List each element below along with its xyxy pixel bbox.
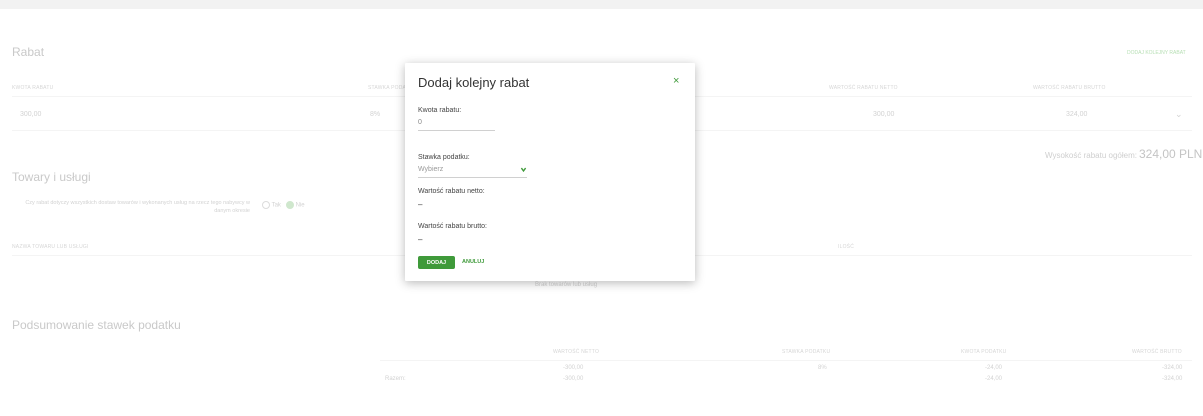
netto-value: – <box>418 200 423 209</box>
summary-total-label: Razem: <box>385 376 406 382</box>
all-goods-question: Czy rabat dotyczy wszystkich dostaw towa… <box>25 200 250 214</box>
close-icon[interactable]: × <box>673 75 679 87</box>
modal-title: Dodaj kolejny rabat <box>418 75 530 90</box>
discount-total-value: 324,00 PLN <box>1138 147 1203 161</box>
stawka-select[interactable]: Wybierz <box>418 166 443 173</box>
summary-row-stawka: 8% <box>818 365 827 371</box>
summary-header-netto: WARTOŚĆ NETTO <box>553 349 600 355</box>
goods-name-header: NAZWA TOWARU LUB USŁUGI <box>12 244 89 250</box>
radio-tak[interactable] <box>262 201 270 209</box>
summary-header-brutto: WARTOŚĆ BRUTTO <box>1132 349 1182 355</box>
kwota-input-underline <box>418 130 495 131</box>
stawka-label: Stawka podatku: <box>418 154 470 161</box>
kwota-input[interactable]: 0 <box>418 119 422 126</box>
row-brutto: 324,00 <box>1066 111 1088 118</box>
discount-total: Wysokość rabatu ogółem: 324,00 PLN <box>1045 147 1202 161</box>
kwota-label: Kwota rabatu: <box>418 107 462 114</box>
radio-tak-label: Tak <box>271 202 281 209</box>
header-brutto: WARTOŚĆ RABATU BRUTTO <box>1033 85 1106 91</box>
add-another-discount-link[interactable]: DODAJ KOLEJNY RABAT <box>1127 50 1186 56</box>
summary-section-title: Podsumowanie stawek podatku <box>12 318 181 332</box>
stawka-select-underline <box>418 177 527 178</box>
towary-section-title: Towary i usługi <box>12 170 91 184</box>
summary-total-brutto: -324,00 <box>1162 376 1183 382</box>
cancel-button[interactable]: ANULUJ <box>462 259 484 265</box>
summary-header-kwota: KWOTA PODATKU <box>961 349 1007 355</box>
netto-label: Wartość rabatu netto: <box>418 188 485 195</box>
summary-total-netto: -300,00 <box>563 376 584 382</box>
no-goods-message: Brak towarów lub usług <box>535 282 598 288</box>
header-netto: WARTOŚĆ RABATU NETTO <box>829 85 898 91</box>
discount-total-label: Wysokość rabatu ogółem: <box>1045 151 1137 160</box>
brutto-label: Wartość rabatu brutto: <box>418 223 487 230</box>
add-button[interactable]: DODAJ <box>418 256 455 269</box>
header-kwota: KWOTA RABATU <box>12 85 54 91</box>
chevron-down-icon[interactable] <box>520 166 527 173</box>
divider <box>380 360 1192 361</box>
radio-nie-label: Nie <box>295 202 305 209</box>
radio-nie[interactable] <box>285 201 294 209</box>
goods-qty-header: ILOŚĆ <box>838 244 855 250</box>
summary-row-kwota: -24,00 <box>985 365 1003 371</box>
brutto-value: – <box>418 235 423 244</box>
chevron-down-icon[interactable]: ⌄ <box>1175 109 1183 120</box>
rabat-section-title: Rabat <box>12 45 45 59</box>
summary-total-kwota: -24,00 <box>985 376 1003 382</box>
row-stawka: 8% <box>370 111 381 118</box>
summary-row-netto: -300,00 <box>563 365 584 371</box>
summary-header-stawka: STAWKA PODATKU <box>782 349 831 355</box>
row-netto: 300,00 <box>873 111 895 118</box>
add-discount-modal: Dodaj kolejny rabat × Kwota rabatu: 0 St… <box>405 63 695 281</box>
radio-group: Tak Nie <box>262 201 305 209</box>
row-kwota: 300,00 <box>20 111 42 118</box>
summary-row-brutto: -324,00 <box>1162 365 1183 371</box>
